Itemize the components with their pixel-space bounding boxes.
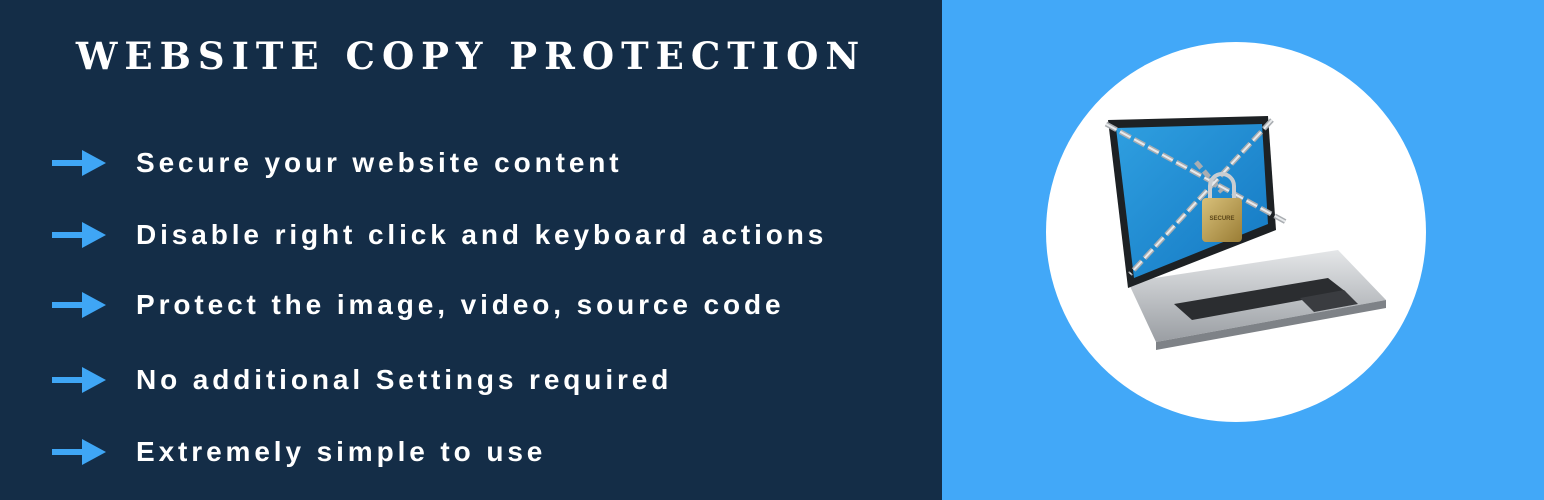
feature-label: Extremely simple to use — [136, 436, 547, 467]
arrow-right-icon — [52, 367, 106, 393]
feature-list: Secure your website content Disable righ… — [0, 0, 942, 500]
arrow-right-icon — [52, 439, 106, 465]
feature-item: Secure your website content — [52, 143, 623, 183]
feature-label: Protect the image, video, source code — [136, 289, 785, 320]
lock-text: SECURE — [1209, 216, 1234, 222]
arrow-right-icon — [52, 292, 106, 318]
feature-item: No additional Settings required — [52, 360, 672, 400]
locked-laptop-icon: SECURE — [1104, 116, 1386, 350]
feature-item: Extremely simple to use — [52, 432, 546, 472]
feature-item: Protect the image, video, source code — [52, 285, 784, 325]
feature-label: Disable right click and keyboard actions — [136, 219, 828, 250]
arrow-right-icon — [52, 222, 106, 248]
feature-label: No additional Settings required — [136, 364, 673, 395]
arrow-right-icon — [52, 150, 106, 176]
feature-label: Secure your website content — [136, 147, 623, 178]
feature-item: Disable right click and keyboard actions — [52, 215, 827, 255]
